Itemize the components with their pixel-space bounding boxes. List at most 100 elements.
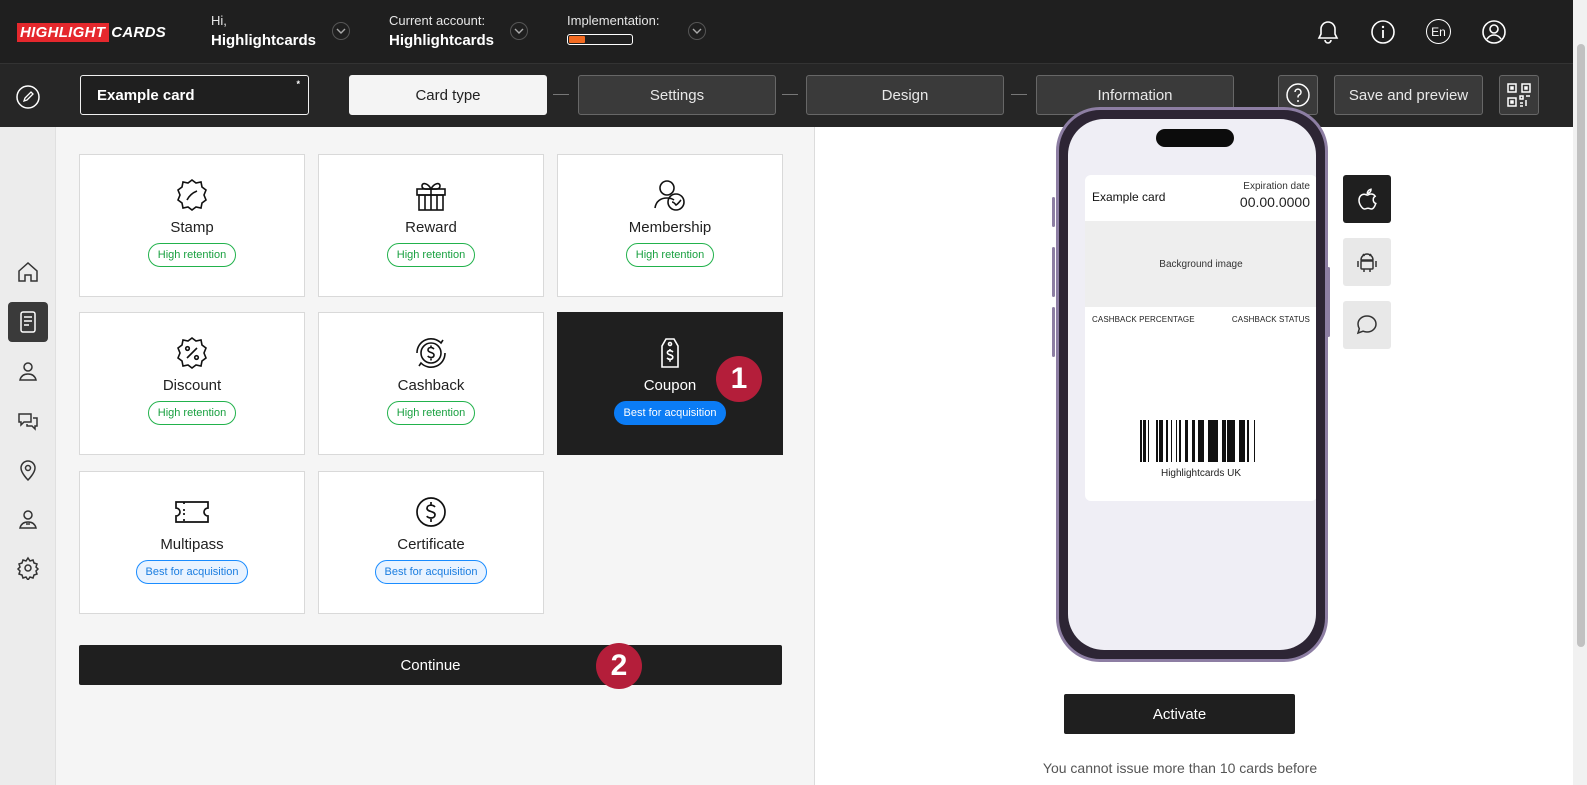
language-switch[interactable]: En	[1426, 19, 1451, 44]
customers-icon	[19, 362, 37, 381]
implementation-progress-fill	[569, 36, 585, 43]
sidebar-item-locations[interactable]	[8, 450, 48, 490]
step-settings[interactable]: Settings	[578, 75, 776, 115]
sidebar-item-customers[interactable]	[8, 351, 48, 391]
save-and-preview-button[interactable]: Save and preview	[1334, 75, 1483, 115]
barcode-bar	[1148, 420, 1149, 462]
field-cashback-status: CASHBACK STATUS	[1231, 315, 1310, 324]
card-type-certificate[interactable]: Certificate Best for acquisition	[318, 471, 544, 614]
card-editor-toolbar: Example card * Card type Settings Design…	[0, 64, 1587, 127]
barcode-bar	[1239, 420, 1242, 462]
step-card-type[interactable]: Card type	[349, 75, 547, 115]
card-type-discount[interactable]: Discount High retention	[79, 312, 305, 455]
sidebar	[0, 127, 56, 785]
barcode-bar	[1200, 420, 1202, 462]
sidebar-item-cards[interactable]	[8, 302, 48, 342]
message-preview-button[interactable]	[1343, 301, 1391, 349]
pass-title: Example card	[1092, 190, 1166, 204]
card-preview-panel: Example card Expiration date 00.00.0000 …	[815, 107, 1573, 785]
card-type-name: Reward	[405, 219, 457, 236]
phone-screen: Example card Expiration date 00.00.0000 …	[1068, 119, 1316, 650]
continue-button[interactable]: Continue	[79, 645, 782, 685]
card-type-name: Membership	[628, 219, 712, 236]
cards-icon	[20, 311, 36, 333]
barcode-bar	[1179, 420, 1180, 462]
barcode-bar	[1242, 420, 1244, 462]
acquisition-badge: Best for acquisition	[613, 401, 727, 425]
card-type-name: Discount	[162, 377, 222, 394]
expiration-value: 00.00.0000	[1239, 194, 1310, 210]
sidebar-item-messages[interactable]	[8, 401, 48, 441]
card-type-name: Stamp	[170, 219, 214, 236]
retention-badge: High retention	[147, 401, 237, 425]
qr-code-icon	[1507, 83, 1531, 107]
greeting-chevron-down-icon[interactable]	[332, 22, 350, 40]
step-connector	[553, 94, 569, 95]
logo[interactable]: HIGHLIGHT CARDS	[17, 22, 166, 42]
card-type-stamp[interactable]: Stamp High retention	[79, 154, 305, 297]
acquisition-badge: Best for acquisition	[374, 560, 488, 584]
card-type-reward[interactable]: Reward High retention	[318, 154, 544, 297]
step-marker-1: 1	[716, 356, 762, 402]
logo-highlight: HIGHLIGHT	[17, 22, 110, 42]
implementation-label: Implementation:	[567, 13, 660, 28]
android-preview-button[interactable]	[1343, 238, 1391, 286]
card-type-multipass[interactable]: Multipass Best for acquisition	[79, 471, 305, 614]
barcode-bar	[1225, 420, 1226, 462]
gift-icon	[413, 177, 449, 213]
barcode-bar	[1212, 420, 1215, 462]
qr-code-button[interactable]	[1499, 75, 1539, 115]
card-type-panel: Stamp High retention Reward High retenti…	[56, 127, 815, 785]
phone-side-button	[1052, 247, 1055, 297]
card-name-field[interactable]: Example card *	[80, 75, 309, 115]
background-image-placeholder: Background image	[1085, 221, 1316, 307]
card-type-name: Certificate	[397, 536, 465, 553]
apple-preview-button[interactable]	[1343, 175, 1391, 223]
info-icon[interactable]	[1369, 18, 1397, 46]
cashback-icon	[413, 335, 449, 371]
barcode-bar	[1176, 420, 1177, 462]
step-design[interactable]: Design	[806, 75, 1004, 115]
stamp-icon	[174, 177, 210, 213]
home-icon	[18, 261, 38, 282]
coupon-tag-icon	[652, 335, 688, 371]
barcode-bar	[1208, 420, 1209, 462]
account-chevron-down-icon[interactable]	[510, 22, 528, 40]
barcode-bar	[1232, 420, 1234, 462]
location-icon	[20, 460, 36, 482]
scrollbar-thumb[interactable]	[1577, 44, 1585, 647]
question-icon	[1286, 83, 1310, 107]
required-mark: *	[296, 79, 300, 89]
retention-badge: High retention	[625, 243, 715, 267]
barcode-bar	[1244, 420, 1245, 462]
barcode-bar	[1162, 420, 1163, 462]
sidebar-item-managers[interactable]	[8, 499, 48, 539]
barcode-bar	[1159, 420, 1162, 462]
sidebar-item-home[interactable]	[8, 252, 48, 292]
bell-icon[interactable]	[1314, 18, 1342, 46]
implementation-chevron-down-icon[interactable]	[688, 22, 706, 40]
activate-button[interactable]: Activate	[1064, 694, 1295, 734]
barcode-bar	[1156, 420, 1158, 462]
barcode-bar	[1215, 420, 1218, 462]
barcode-bar	[1145, 420, 1146, 462]
card-type-membership[interactable]: Membership High retention	[557, 154, 783, 297]
implementation-progress-bar	[567, 34, 633, 45]
greeting-name: Highlightcards	[211, 32, 317, 49]
ticket-icon	[174, 494, 210, 530]
card-type-cashback[interactable]: Cashback High retention	[318, 312, 544, 455]
sidebar-item-settings[interactable]	[8, 548, 48, 588]
card-type-name: Cashback	[397, 377, 465, 394]
pencil-icon[interactable]	[15, 84, 41, 110]
android-icon	[1357, 253, 1377, 272]
expiration-label: Expiration date	[1243, 181, 1310, 192]
barcode-bar	[1254, 420, 1255, 462]
profile-icon[interactable]	[1480, 18, 1508, 46]
account-switcher: Current account: Highlightcards	[389, 13, 494, 53]
manager-icon	[19, 510, 37, 529]
barcode-bar	[1229, 420, 1230, 462]
barcode-bar	[1166, 420, 1168, 462]
phone-notch	[1156, 129, 1234, 147]
retention-badge: High retention	[386, 243, 476, 267]
greeting: Hi, Highlightcards	[211, 13, 316, 53]
